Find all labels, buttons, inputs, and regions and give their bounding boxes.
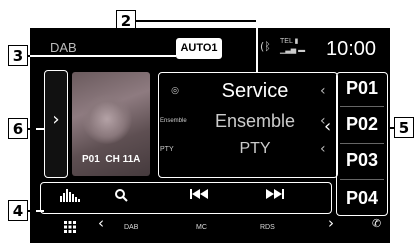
tel-label: TEL — [280, 38, 293, 45]
preset-p02[interactable]: P02 — [338, 108, 386, 141]
leader-2-inner — [256, 28, 258, 72]
bluetooth-icon: (ᛒ — [260, 40, 271, 53]
auto-mode-label: AUTO1 — [180, 42, 218, 54]
preset-p01[interactable]: P01 — [338, 72, 386, 105]
ensemble-tag: Ensemble — [160, 118, 187, 124]
preset-divider — [340, 179, 384, 180]
skip-next-icon[interactable] — [266, 188, 284, 203]
chevron-right-icon: › — [52, 109, 60, 130]
callout-4: 4 — [8, 200, 28, 221]
chevron-left-icon[interactable]: ‹ — [98, 214, 104, 232]
gear-icon: ◎ — [171, 86, 179, 96]
pty-value: PTY — [239, 140, 271, 157]
art-flower — [82, 94, 132, 144]
auto-mode-badge[interactable]: AUTO1 — [176, 38, 222, 59]
grid-icon[interactable] — [64, 218, 76, 237]
info-row-service[interactable]: ◎ Service ‹ — [160, 78, 336, 104]
chevron-right-icon[interactable]: › — [328, 214, 334, 232]
callout-6: 6 — [8, 118, 28, 139]
head-unit-screen: DAB AUTO1 (ᛒ TEL ▮ ▁▃▅ ▬ 10:00 P01 CH 11A… — [30, 28, 390, 243]
callout-3: 3 — [8, 45, 28, 66]
clock: 10:00 — [326, 38, 377, 60]
info-row-ensemble[interactable]: Ensemble Ensemble ‹ — [160, 108, 336, 134]
source-label: DAB — [50, 40, 77, 55]
preset-p03[interactable]: P03 — [338, 144, 386, 177]
callout-5: 5 — [394, 117, 414, 138]
equalizer-icon[interactable] — [60, 188, 82, 205]
ensemble-value: Ensemble — [214, 110, 296, 131]
tel-indicator: TEL ▮ ▁▃▅ ▬ — [280, 38, 306, 54]
leader-2 — [136, 20, 256, 22]
preset-divider — [340, 106, 384, 107]
info-row-pty[interactable]: PTY PTY ‹ — [160, 136, 336, 162]
skip-previous-icon[interactable] — [190, 188, 208, 203]
nav-item-rds[interactable]: RDS — [260, 224, 275, 231]
chevron-left-icon: ‹ — [320, 141, 326, 157]
leader-3-inner — [30, 55, 176, 57]
preset-p04[interactable]: P04 — [338, 182, 386, 215]
service-value: Service — [221, 79, 289, 102]
chevron-left-icon[interactable]: ‹ — [324, 116, 331, 137]
nav-item-dab[interactable]: DAB — [124, 224, 138, 231]
chevron-left-icon: ‹ — [320, 83, 326, 99]
phone-icon[interactable]: ✆ — [372, 217, 381, 230]
search-icon[interactable] — [114, 188, 128, 205]
leader-4-inner — [36, 210, 44, 212]
control-bar — [40, 182, 332, 214]
leader-6-inner — [36, 128, 44, 130]
side-panel-tab[interactable]: › — [44, 70, 68, 178]
nav-item-mc[interactable]: MC — [196, 224, 207, 231]
pty-tag: PTY — [160, 145, 174, 153]
preset-channel-label: P01 CH 11A — [82, 154, 141, 165]
